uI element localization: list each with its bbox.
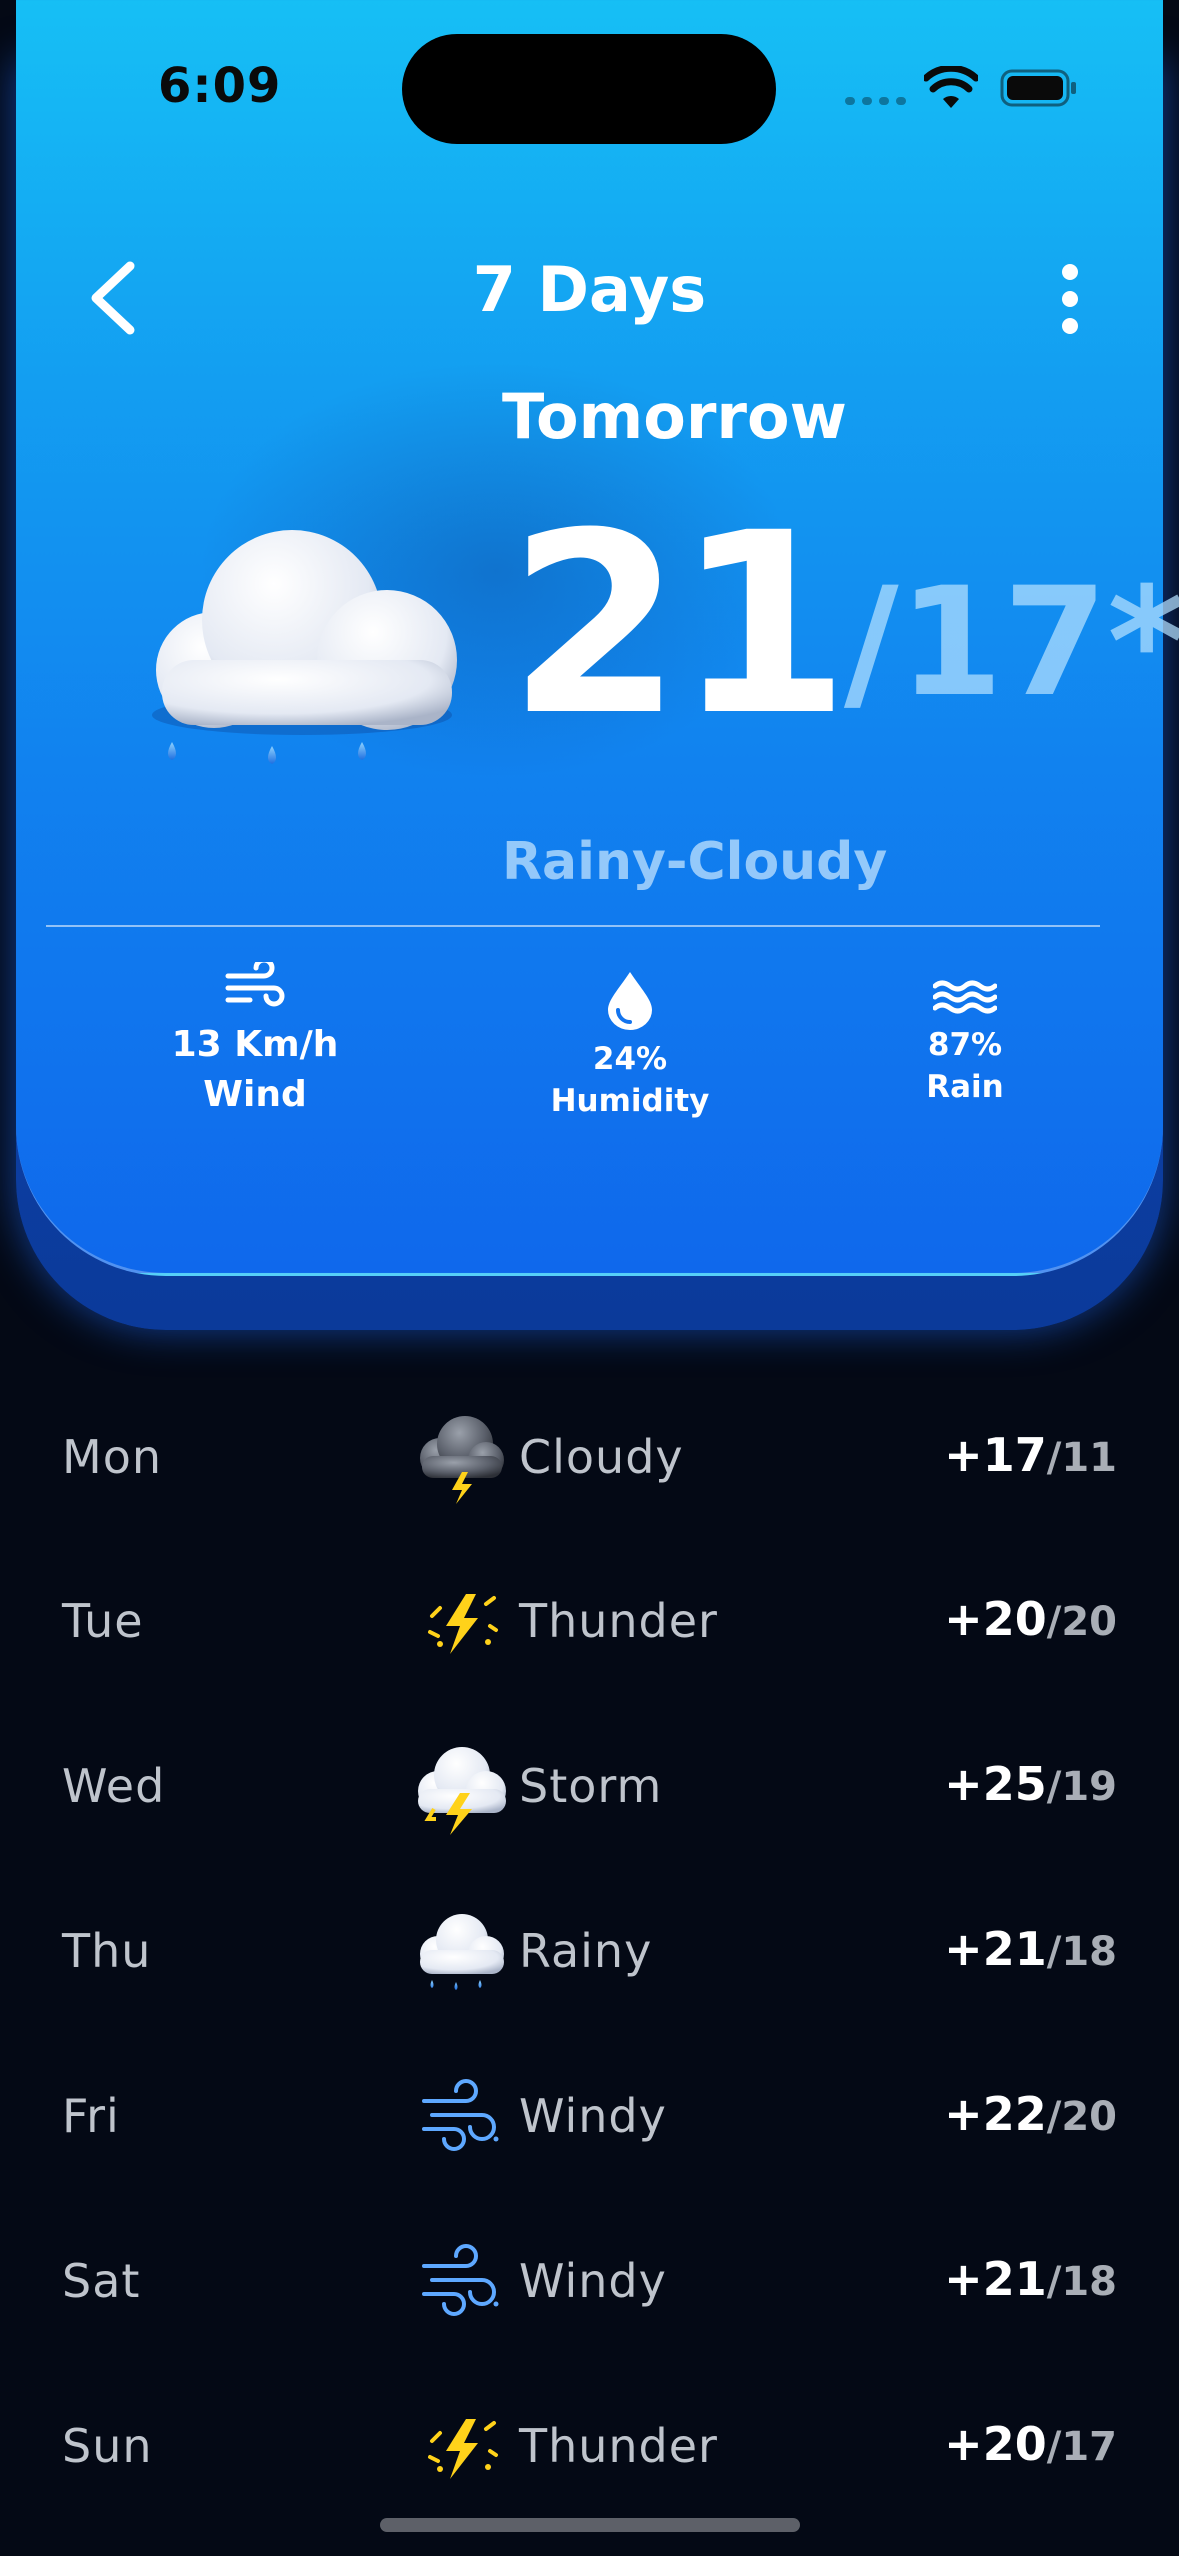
- forecast-row-wed[interactable]: Wed Storm +25/19: [0, 1729, 1179, 1849]
- forecast-row-sat[interactable]: Sat Windy +21/18: [0, 2224, 1179, 2344]
- humidity-stat: 24% Humidity: [520, 970, 740, 1122]
- forecast-row-fri[interactable]: Fri Windy +22/20: [0, 2059, 1179, 2179]
- lightning-icon: [428, 2419, 498, 2479]
- forecast-high: +25: [944, 1757, 1047, 1811]
- forecast-high: +22: [944, 2087, 1047, 2141]
- forecast-day: Tue: [62, 1594, 144, 1648]
- dark-cloud-lightning-icon: [420, 1416, 504, 1504]
- wind-value: 13 Km/h: [171, 1024, 339, 1065]
- forecast-temp: +22/20: [944, 2087, 1117, 2141]
- forecast-row-thu[interactable]: Thu Rainy +21/18: [0, 1894, 1179, 2014]
- humidity-value: 24%: [592, 1041, 668, 1077]
- condition-label: Rainy-Cloudy: [502, 832, 888, 892]
- wind-icon: [422, 2079, 499, 2151]
- forecast-condition: Windy: [519, 2254, 667, 2308]
- rain-stat: 87% Rain: [880, 978, 1050, 1108]
- storm-cloud-icon: [418, 1747, 506, 1835]
- wifi-icon: [924, 66, 978, 108]
- forecast-high: +21: [944, 1922, 1047, 1976]
- forecast-temp: +21/18: [944, 1922, 1117, 1976]
- forecast-temp: +17/11: [944, 1428, 1117, 1482]
- status-time: 6:09: [158, 58, 282, 114]
- forecast-low: /11: [1046, 1435, 1117, 1481]
- forecast-temp: +21/18: [944, 2252, 1117, 2306]
- page-title: 7 Days: [472, 253, 707, 326]
- forecast-condition: Thunder: [519, 2419, 718, 2473]
- forecast-high: +20: [944, 1592, 1047, 1646]
- forecast-day: Sat: [62, 2254, 141, 2308]
- forecast-day: Thu: [62, 1924, 152, 1978]
- rain-label: Rain: [926, 1069, 1004, 1105]
- divider: [46, 925, 1100, 927]
- forecast-low: /20: [1046, 2094, 1117, 2140]
- forecast-low: /17: [1046, 2424, 1117, 2470]
- forecast-low: /19: [1046, 1764, 1117, 1810]
- forecast-row-tue[interactable]: Tue Thunder +20/20: [0, 1564, 1179, 1684]
- forecast-high: +20: [944, 2417, 1047, 2471]
- cellular-signal-icon: [845, 97, 906, 105]
- forecast-low: /18: [1046, 1929, 1117, 1975]
- rain-cloud-icon: [420, 1914, 504, 1990]
- wind-icon: [225, 962, 285, 1007]
- forecast-temp: +20/20: [944, 1592, 1117, 1646]
- more-options-icon[interactable]: [1052, 264, 1088, 334]
- battery-icon: [1000, 69, 1076, 107]
- wind-stat: 13 Km/h Wind: [140, 962, 370, 1120]
- rain-cloud-icon: [152, 530, 457, 764]
- wind-icon: [422, 2244, 499, 2316]
- forecast-condition: Rainy: [519, 1924, 653, 1978]
- forecast-day: Mon: [62, 1430, 162, 1484]
- day-label: Tomorrow: [502, 380, 847, 453]
- forecast-low: /18: [1046, 2259, 1117, 2305]
- temp-high: 21: [508, 479, 850, 770]
- lightning-icon: [428, 1594, 498, 1654]
- forecast-day: Fri: [62, 2089, 120, 2143]
- forecast-condition: Windy: [519, 2089, 667, 2143]
- temp-low: /17*: [843, 556, 1179, 730]
- forecast-condition: Cloudy: [519, 1430, 684, 1484]
- rain-value: 87%: [927, 1027, 1003, 1063]
- home-indicator[interactable]: [380, 2518, 800, 2532]
- forecast-row-sun[interactable]: Sun Thunder +20/17: [0, 2389, 1179, 2509]
- wind-label: Wind: [203, 1074, 307, 1115]
- forecast-condition: Storm: [519, 1759, 663, 1813]
- forecast-condition: Thunder: [519, 1594, 718, 1648]
- waves-icon: [933, 980, 997, 1014]
- forecast-high: +17: [944, 1428, 1047, 1482]
- temperature: 21 /17*: [508, 500, 1179, 750]
- dynamic-island: [402, 34, 776, 144]
- forecast-low: /20: [1046, 1599, 1117, 1645]
- forecast-temp: +20/17: [944, 2417, 1117, 2471]
- forecast-high: +21: [944, 2252, 1047, 2306]
- humidity-label: Humidity: [550, 1083, 710, 1119]
- forecast-day: Wed: [62, 1759, 166, 1813]
- forecast-temp: +25/19: [944, 1757, 1117, 1811]
- forecast-row-mon[interactable]: Mon Cloudy +17/11: [0, 1400, 1179, 1520]
- droplet-icon: [608, 972, 652, 1030]
- forecast-day: Sun: [62, 2419, 153, 2473]
